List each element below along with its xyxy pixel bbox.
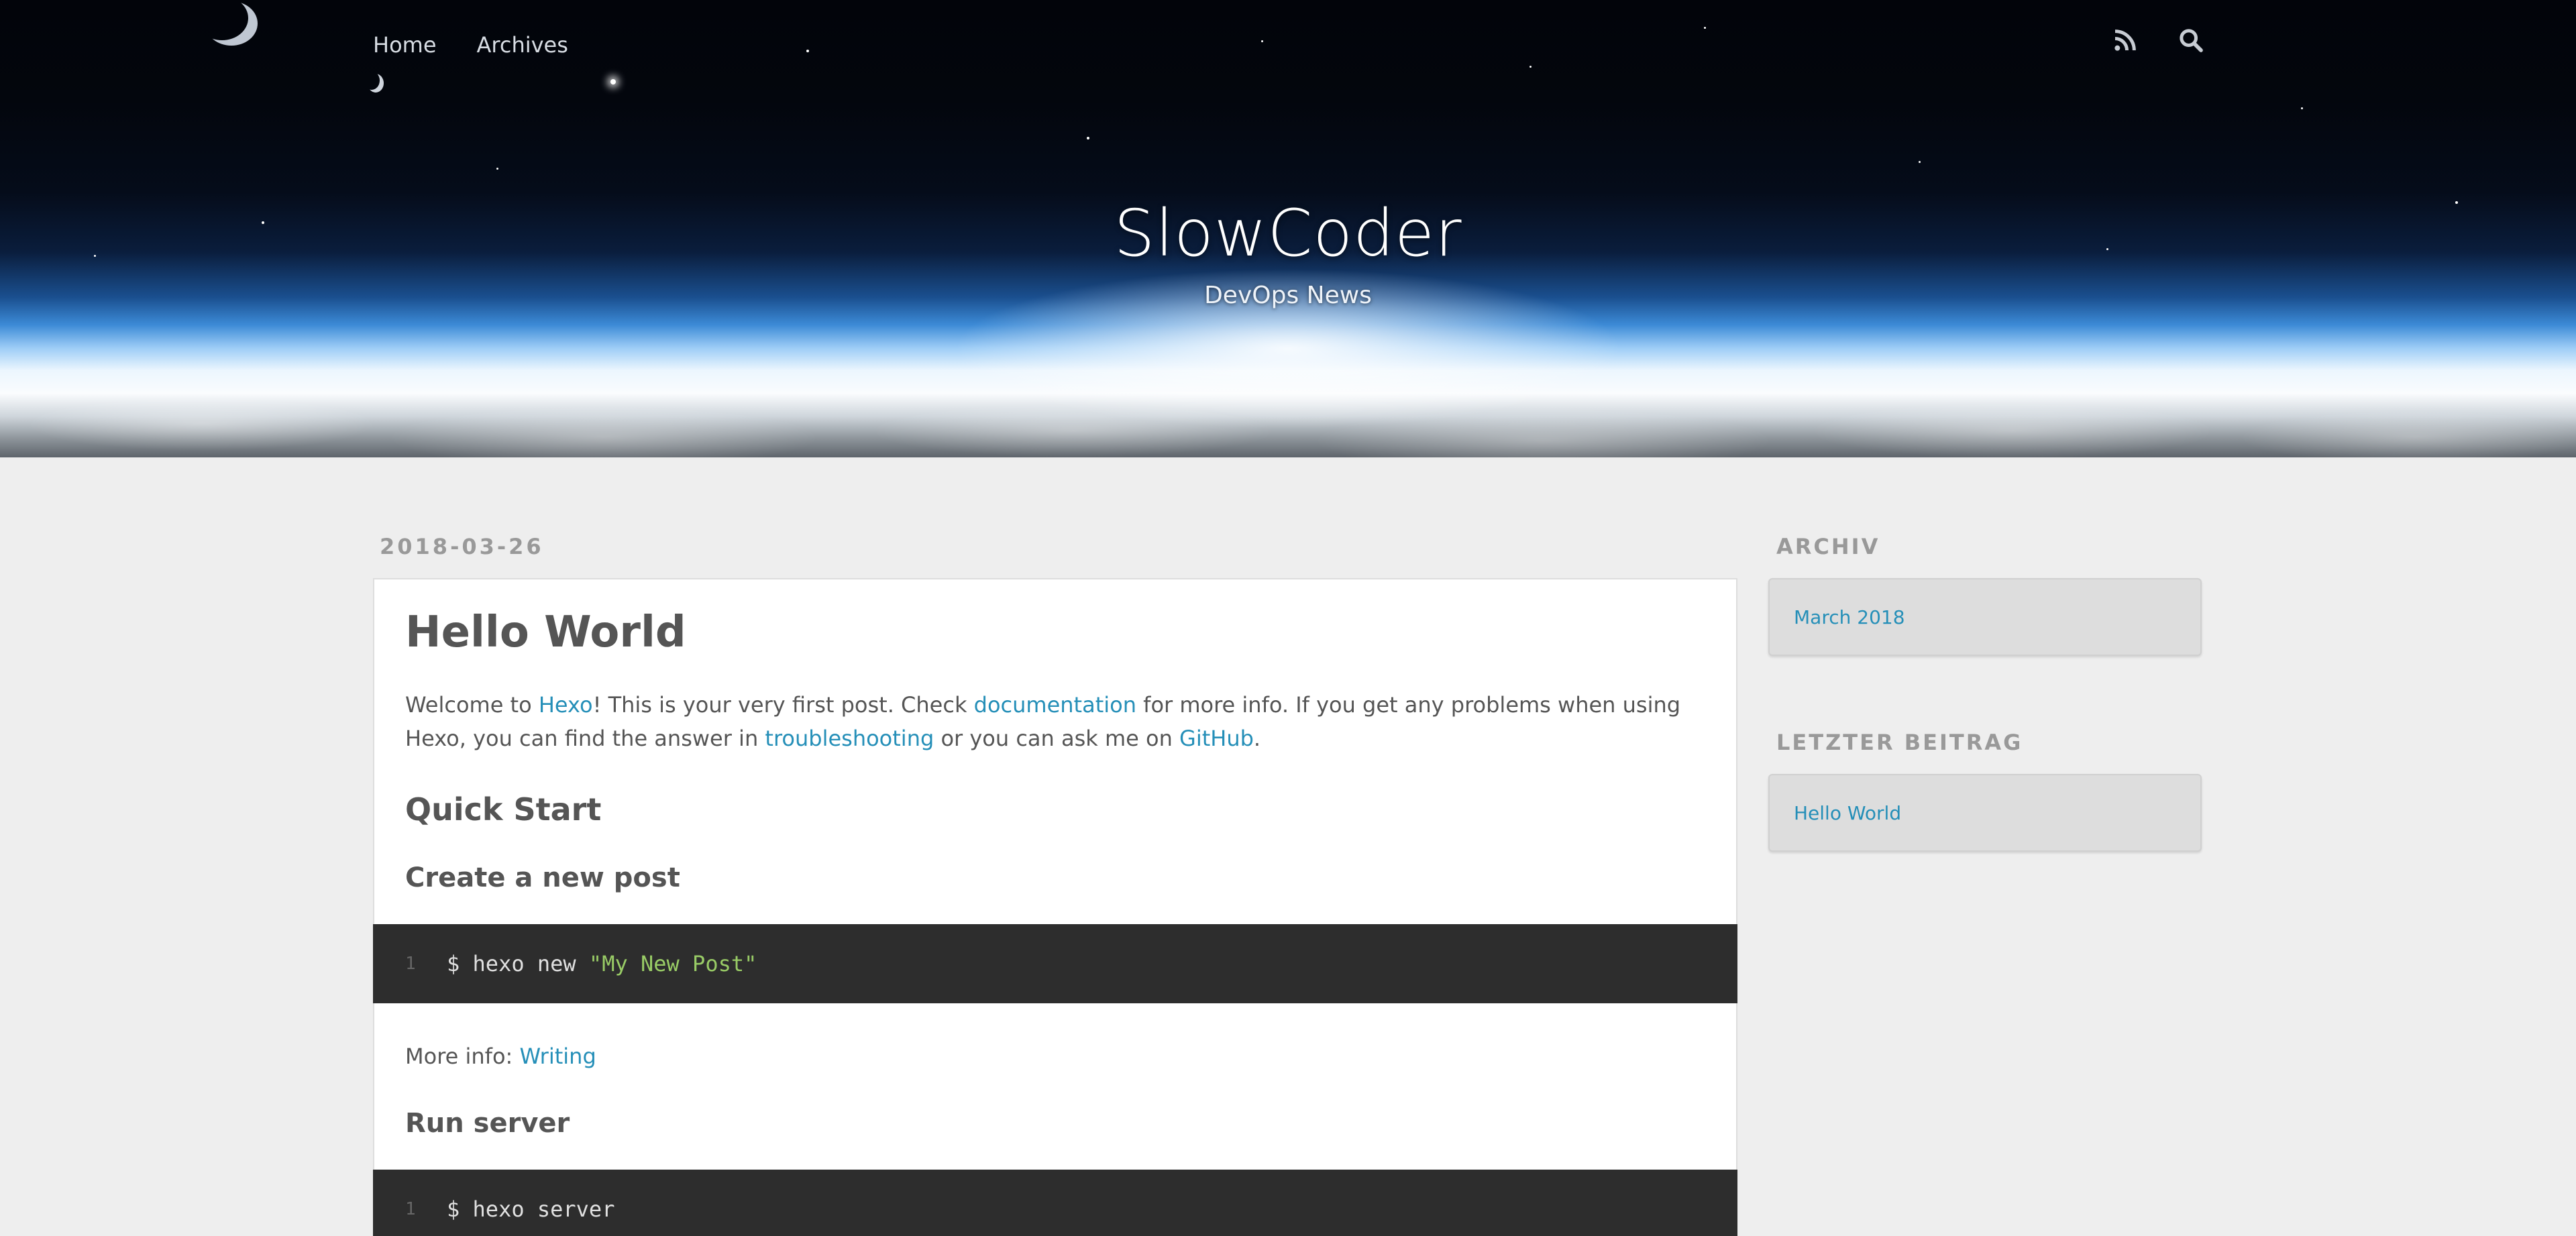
nav-icons <box>2112 27 2204 54</box>
post-title[interactable]: Hello World <box>405 608 686 657</box>
star <box>1529 66 1532 68</box>
nav-home[interactable]: Home <box>373 32 437 58</box>
search-icon[interactable] <box>2178 27 2204 54</box>
code-command: $ hexo server <box>447 1196 615 1222</box>
more-info-label: More info: <box>405 1044 520 1069</box>
star <box>1704 27 1706 29</box>
widget-title-archive: ARCHIV <box>1776 534 1880 559</box>
code-block-server: 1 $ hexo server <box>373 1170 1737 1236</box>
small-moon-decoration <box>368 74 384 93</box>
documentation-link[interactable]: documentation <box>974 692 1136 718</box>
star <box>1919 161 1921 163</box>
earth-clouds <box>0 384 2576 457</box>
intro-text: . <box>1253 726 1261 751</box>
recent-post-link[interactable]: Hello World <box>1794 802 1901 824</box>
archive-link-march-2018[interactable]: March 2018 <box>1794 606 1905 628</box>
code-block-new-post: 1 $ hexo new "My New Post" <box>373 924 1737 1003</box>
main-nav: Home Archives <box>373 32 568 58</box>
site-title[interactable]: SlowCoder <box>0 196 2576 271</box>
heading-run-server: Run server <box>405 1108 570 1139</box>
nav-archives[interactable]: Archives <box>477 32 568 58</box>
code-line-number: 1 <box>405 954 416 974</box>
intro-text: or you can ask me on <box>934 726 1180 751</box>
star <box>610 79 616 85</box>
code-string: "My New Post" <box>588 951 757 976</box>
troubleshooting-link[interactable]: troubleshooting <box>765 726 934 751</box>
site-subtitle: DevOps News <box>1204 282 1372 309</box>
hexo-link[interactable]: Hexo <box>539 692 593 718</box>
header-banner: Home Archives SlowCoder DevOps News <box>0 0 2576 457</box>
writing-link[interactable]: Writing <box>519 1044 596 1069</box>
code-text: $ hexo new "My New Post" <box>447 951 757 976</box>
post-article: Hello World Welcome to Hexo! This is you… <box>373 578 1737 1236</box>
code-command: $ hexo new <box>447 951 589 976</box>
widget-recent-posts: Hello World <box>1768 774 2202 852</box>
more-info: More info: Writing <box>405 1040 1713 1073</box>
widget-archive: March 2018 <box>1768 578 2202 656</box>
star <box>496 168 498 170</box>
intro-text: Welcome to <box>405 692 539 718</box>
post-date[interactable]: 2018-03-26 <box>380 534 544 559</box>
star <box>806 50 809 52</box>
github-link[interactable]: GitHub <box>1179 726 1254 751</box>
code-line-number: 1 <box>405 1199 416 1219</box>
star <box>2301 107 2303 109</box>
post-intro: Welcome to Hexo! This is your very first… <box>405 688 1713 755</box>
star <box>1261 40 1263 42</box>
heading-create-post: Create a new post <box>405 862 680 893</box>
widget-title-recent: LETZTER BEITRAG <box>1776 730 2023 755</box>
rss-icon[interactable] <box>2112 27 2139 54</box>
heading-quick-start: Quick Start <box>405 791 602 828</box>
star <box>1087 137 1089 139</box>
moon-decoration <box>205 1 258 46</box>
intro-text: ! This is your very first post. Check <box>592 692 974 718</box>
